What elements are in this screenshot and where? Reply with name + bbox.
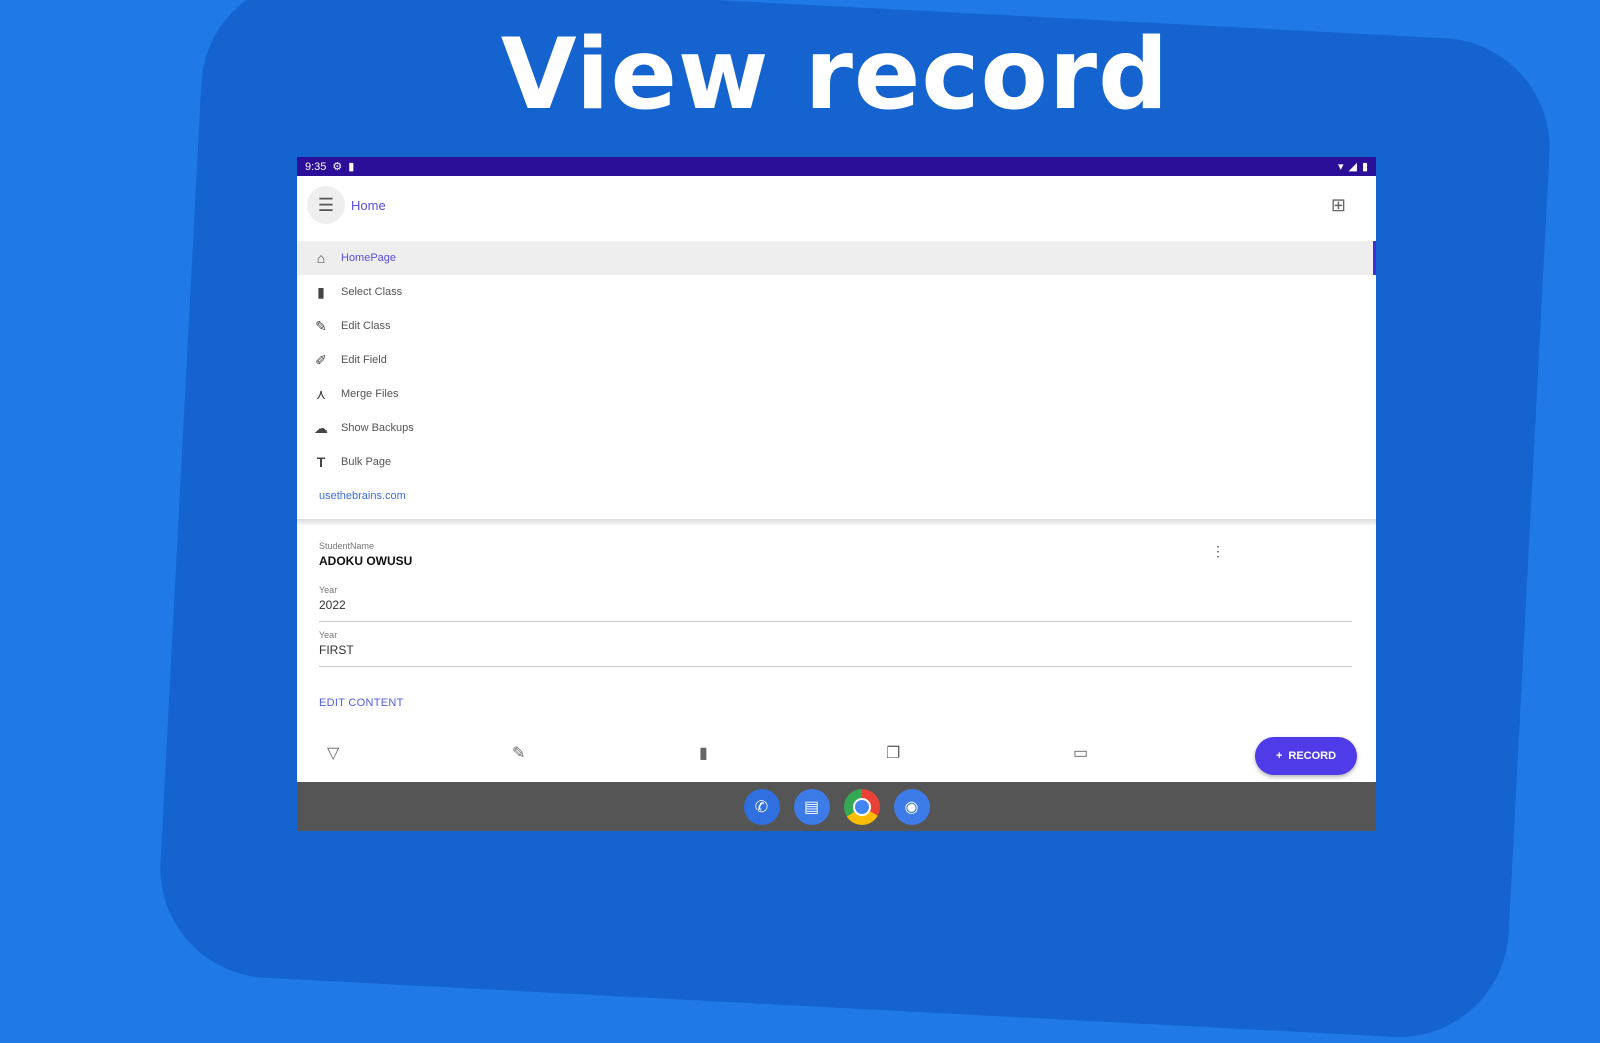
home-icon: ⌂ [316, 250, 326, 266]
pencil-icon[interactable]: ✎ [512, 743, 525, 763]
merge-icon: ⋏ [315, 385, 327, 402]
phone-icon[interactable]: ✆ [743, 788, 780, 825]
nav-item-label: Edit Class [341, 320, 391, 332]
nav-item-edit-field[interactable]: ✐ Edit Field [297, 343, 1376, 377]
book-icon[interactable]: ▮ [699, 743, 708, 763]
messages-icon[interactable]: ▤ [793, 788, 830, 825]
fab-label: RECORD [1288, 750, 1337, 762]
text-format-icon: T [316, 454, 326, 470]
field-value: 2022 [319, 598, 346, 612]
cloud-upload-icon: ☁ [314, 419, 328, 436]
nav-item-select-class[interactable]: ▮ Select Class [297, 275, 1376, 309]
field-year-level[interactable]: Year FIRST [319, 630, 354, 657]
nav-item-label: Bulk Page [341, 456, 392, 468]
field-label: Year [319, 630, 338, 640]
app-dock: ✆ ▤ ◉ [297, 782, 1376, 831]
add-record-button[interactable]: + RECORD [1255, 737, 1357, 775]
nav-item-show-backups[interactable]: ☁ Show Backups [297, 411, 1376, 445]
field-label: StudentName [319, 541, 375, 551]
status-time: 9:35 [305, 160, 327, 173]
wifi-icon: ▾ [1337, 161, 1344, 173]
nav-item-label: Merge Files [341, 388, 399, 400]
status-bar: 9:35 ⚙ ▮ ▾ ◢ ▮ [297, 157, 1376, 176]
bottom-toolbar: ▽ ✎ ▮ ❐ ▭ + RECORD [297, 727, 1376, 777]
grid-icon[interactable]: ⊞ [1331, 195, 1346, 216]
pencil-icon: ✎ [315, 317, 327, 334]
divider [297, 519, 1376, 525]
plus-icon: + [1275, 750, 1283, 762]
page-title: Home [351, 197, 386, 213]
field-value: ADOKU OWUSU [319, 554, 413, 568]
sim-icon: ▮ [348, 161, 355, 173]
tablet-screen: 9:35 ⚙ ▮ ▾ ◢ ▮ ☰ Home ⊞ ⌂ HomePage ▮ Sel… [297, 157, 1376, 831]
field-year[interactable]: Year 2022 [319, 585, 346, 612]
edit-field-icon: ✐ [315, 351, 327, 368]
nav-item-merge-files[interactable]: ⋏ Merge Files [297, 377, 1376, 411]
field-value: FIRST [319, 643, 354, 657]
nav-item-homepage[interactable]: ⌂ HomePage [297, 241, 1376, 275]
nav-item-label: HomePage [341, 252, 397, 264]
hamburger-icon[interactable]: ☰ [307, 186, 345, 224]
settings-icon: ⚙ [332, 161, 343, 173]
nav-item-bulk-page[interactable]: T Bulk Page [297, 445, 1376, 479]
app-bar: ☰ Home ⊞ [297, 176, 1376, 234]
camera-icon[interactable]: ◉ [893, 788, 930, 825]
nav-item-edit-class[interactable]: ✎ Edit Class [297, 309, 1376, 343]
field-underline [319, 666, 1352, 667]
field-student-name: StudentName ADOKU OWUSU [319, 541, 412, 568]
book-icon: ▮ [317, 283, 325, 300]
record-card: StudentName ADOKU OWUSU ⋮ Year 2022 Year… [311, 533, 1362, 723]
field-label: Year [319, 585, 338, 595]
nav-item-label: Select Class [341, 286, 403, 298]
copy-icon[interactable]: ❐ [886, 743, 900, 763]
navigation-drawer: ⌂ HomePage ▮ Select Class ✎ Edit Class ✐… [297, 241, 1376, 513]
nav-item-label: Edit Field [341, 354, 387, 366]
field-underline [319, 621, 1352, 622]
battery-icon: ▮ [1361, 161, 1368, 173]
folder-icon[interactable]: ▭ [1073, 743, 1088, 763]
headline: View record [500, 18, 1170, 132]
filter-icon[interactable]: ▽ [327, 743, 339, 763]
site-link[interactable]: usethebrains.com [297, 479, 1376, 513]
chrome-icon[interactable] [843, 788, 880, 825]
nav-item-label: Show Backups [341, 422, 414, 434]
more-vert-icon[interactable]: ⋮ [1211, 543, 1225, 560]
signal-icon: ◢ [1348, 161, 1357, 173]
edit-content-button[interactable]: EDIT CONTENT [319, 697, 404, 709]
